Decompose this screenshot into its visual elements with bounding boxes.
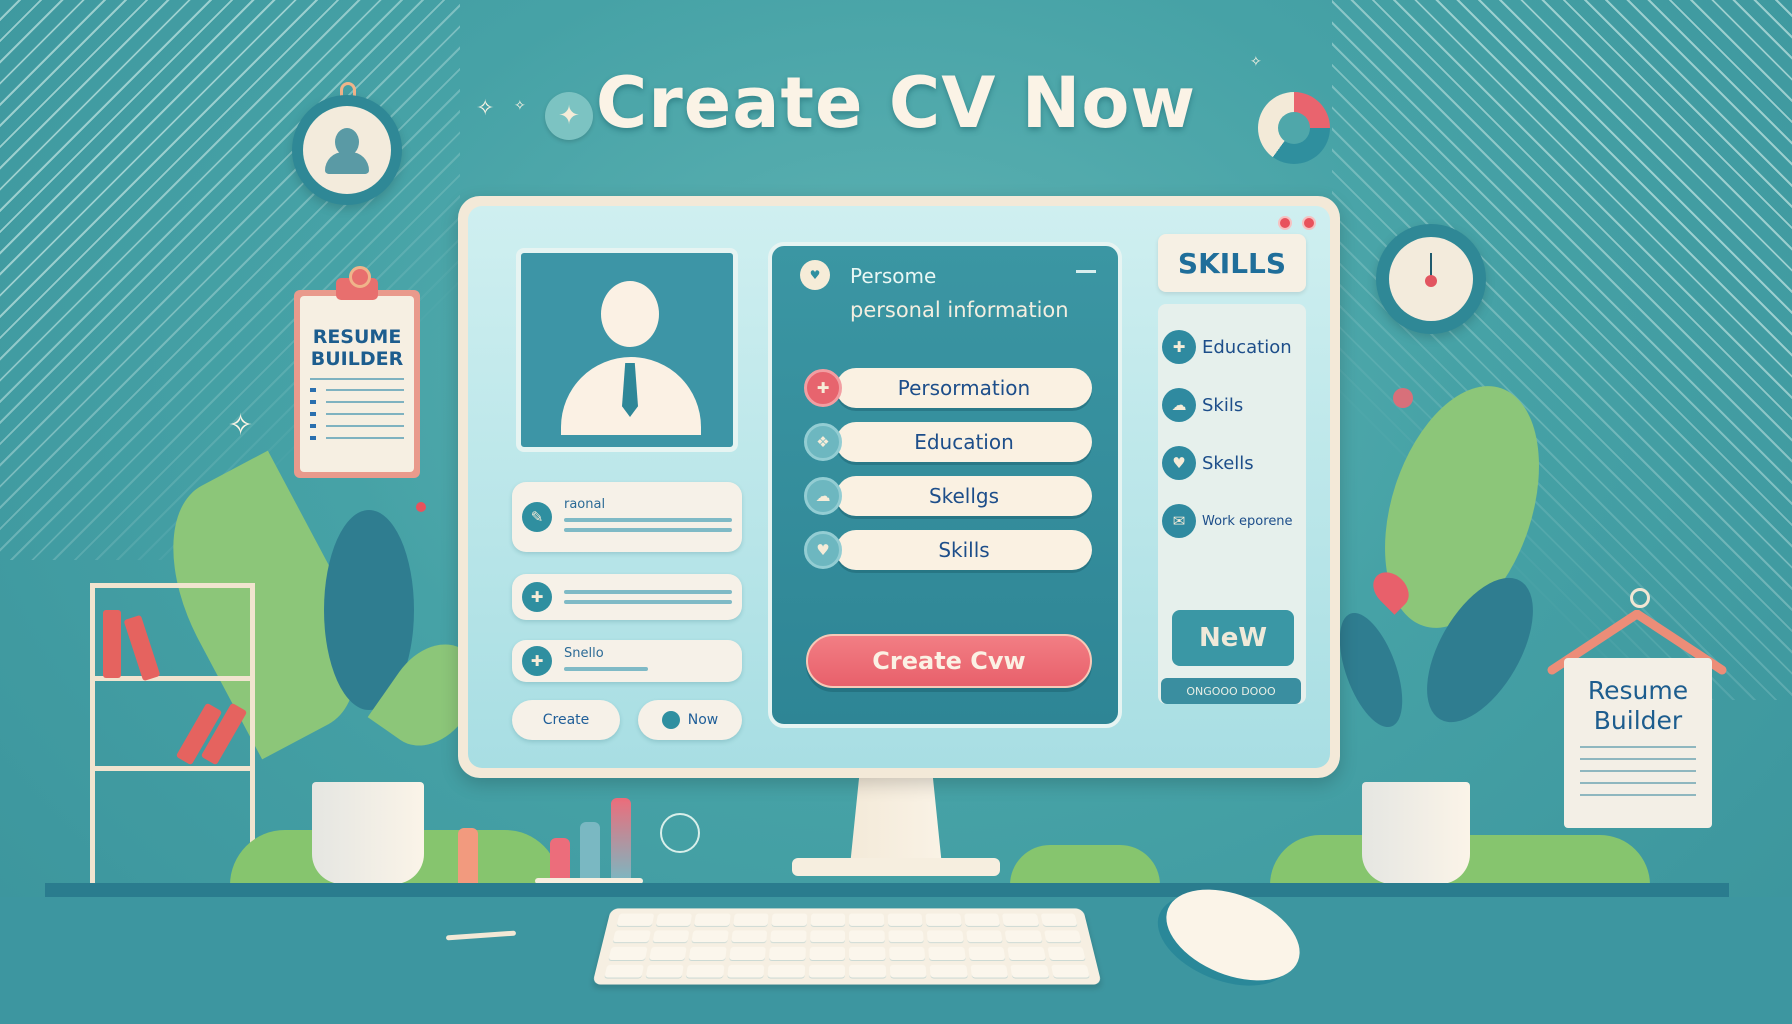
info-card[interactable]: ✎ raonal [512,482,742,552]
monitor: ✎ raonal ✚ ✚ Snello Create Now ♥ Persome… [458,196,1340,778]
compass-icon [660,813,700,853]
window-controls [1278,216,1316,230]
keyboard [592,908,1102,985]
clipboard-title-line2: BUILDER [310,348,404,370]
monitor-stand [849,778,943,868]
side-item-label: Skils [1202,394,1244,416]
panel-title: Persome [850,264,937,288]
checklist-row [310,400,404,404]
sparkle-icon: ✧ [228,408,254,443]
minimize-icon[interactable] [1076,270,1096,273]
info-card-label: raonal [564,496,606,512]
create-button-label: Create [542,712,590,728]
plant-leaf [1326,605,1416,735]
tab-skills[interactable]: SKILLS [1158,234,1306,292]
map-icon: ❖ [804,423,842,461]
clipboard-clip-icon [336,266,378,300]
compass-clock-icon [1376,224,1486,334]
field-label: Skills [836,530,1092,570]
create-cv-button[interactable]: Create Cvw [806,634,1092,688]
side-item-label: Skells [1202,452,1254,474]
sign-title-line1: Resume [1587,676,1689,705]
side-item-education[interactable]: ✚ Education [1162,318,1306,376]
star-icon: ✦ [558,101,580,131]
info-card[interactable]: ✚ [512,574,742,620]
star-badge-icon: ✦ [545,92,593,140]
side-item-work-experience[interactable]: ✉ Work eporene [1162,492,1306,550]
clipboard-title-line1: RESUME [312,326,402,348]
side-item-label: Education [1202,336,1292,358]
monitor-base [792,858,1000,876]
decor-block [458,828,478,884]
sign-ring [1630,588,1650,608]
skills-side-panel: SKILLS ✚ Education ☁ Skils ♥ Skells ✉ Wo… [1158,234,1306,704]
window-control-button[interactable] [1302,216,1316,230]
plus-icon: ✚ [522,646,552,676]
plant-pot [1362,782,1470,884]
field-personal-information[interactable]: ✚ Persormation [804,368,1092,408]
desk-edge [45,883,1729,897]
page-title: Create CV Now [595,62,1197,144]
bush [1010,845,1160,885]
side-item-label: Work eporene [1202,513,1293,529]
field-education[interactable]: ❖ Education [804,422,1092,462]
field-skills-2[interactable]: ♥ Skills [804,530,1092,570]
cloud-icon: ☁ [1162,388,1196,422]
circle-icon [661,711,680,729]
checklist-row [310,412,404,416]
resume-builder-clipboard: RESUME BUILDER [294,266,420,478]
bar-icon [611,798,631,882]
heart-icon: ♥ [800,260,830,290]
side-list: ✚ Education ☁ Skils ♥ Skells ✉ Work epor… [1158,304,1306,704]
info-card[interactable]: ✚ Snello [512,640,742,682]
book [103,610,121,678]
bar-icon [550,838,570,882]
sparkle-icon: ✧ [1250,54,1262,70]
field-label: Persormation [836,368,1092,408]
side-item-skells[interactable]: ♥ Skells [1162,434,1306,492]
new-button[interactable]: NeW [1172,610,1294,666]
book [123,614,161,682]
profile-photo[interactable] [516,248,738,452]
checklist-row [310,424,404,428]
info-card-label: Snello [564,645,604,661]
plus-icon: ✚ [522,582,552,612]
now-button-label: Now [687,712,719,728]
secondary-button[interactable]: ONGOOO DOOO [1161,678,1301,704]
app-screen: ✎ raonal ✚ ✚ Snello Create Now ♥ Persome… [468,206,1330,768]
checklist-row [310,436,404,440]
location-dot-icon [1393,388,1413,408]
cloud-icon: ☁ [804,477,842,515]
now-button[interactable]: Now [638,700,742,740]
chat-icon: ✉ [1162,504,1196,538]
avatar-head [601,281,659,347]
checklist-row [310,388,404,392]
red-dot [416,502,426,512]
field-label: Education [836,422,1092,462]
field-skills-1[interactable]: ☁ Skellgs [804,476,1092,516]
window-control-button[interactable] [1278,216,1292,230]
heart-icon: ♥ [1162,446,1196,480]
bookshelf [90,583,255,883]
side-item-skils[interactable]: ☁ Skils [1162,376,1306,434]
thumbs-up-icon: ✚ [1162,330,1196,364]
sparkle-icon: ✧ [514,98,526,114]
personal-info-panel: ♥ Persome personal information ✚ Persorm… [768,242,1122,728]
donut-chart-icon [1258,92,1330,164]
sign-title-line2: Builder [1593,706,1683,735]
create-button[interactable]: Create [512,700,620,740]
bar-icon [580,822,600,882]
plant-pot [312,782,424,884]
thumbs-up-icon: ✚ [804,369,842,407]
panel-subtitle: personal information [850,298,1069,322]
heart-icon: ♥ [804,531,842,569]
pin-icon: ✎ [522,502,552,532]
sparkle-icon: ✧ [476,96,495,121]
field-label: Skellgs [836,476,1092,516]
profile-clock-icon [292,95,402,205]
